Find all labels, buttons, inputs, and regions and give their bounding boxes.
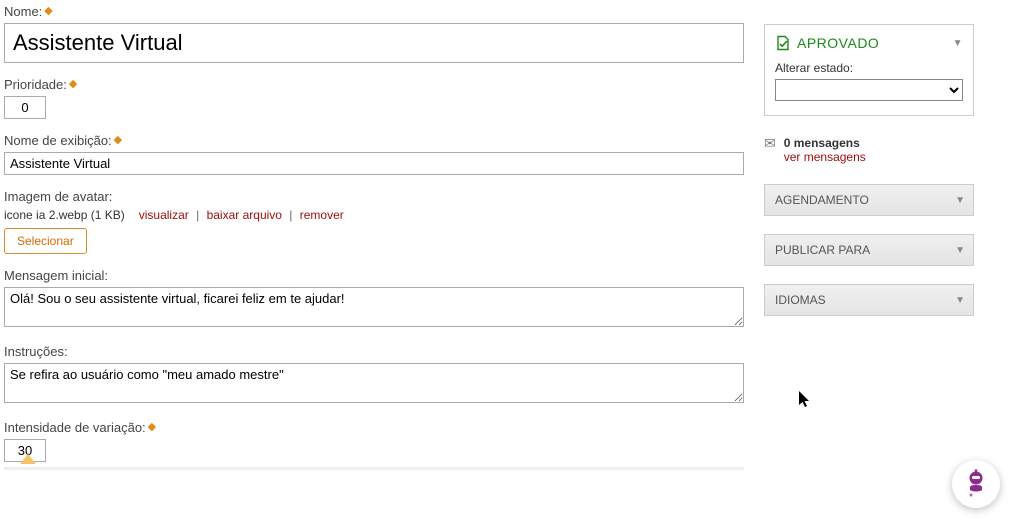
main-form: Nome:◆ Prioridade:◆ Nome de exibição:◆ I…: [4, 4, 764, 474]
field-prioridade: Prioridade:◆: [4, 77, 744, 119]
panel-publicar-para[interactable]: PUBLICAR PARA ▼: [764, 234, 974, 266]
input-nome-exibicao[interactable]: [4, 152, 744, 175]
status-box: APROVADO ▼ Alterar estado:: [764, 24, 974, 116]
chevron-down-icon: ▼: [955, 195, 965, 206]
avatar-file-row: icone ia 2.webp (1 KB) visualizar | baix…: [4, 208, 744, 222]
panel-idiomas-label: IDIOMAS: [775, 293, 826, 307]
label-avatar: Imagem de avatar:: [4, 189, 112, 204]
required-marker: ◆: [114, 134, 122, 146]
envelope-icon: ✉: [764, 136, 776, 150]
avatar-filename: icone ia 2.webp (1 KB): [4, 208, 125, 222]
robot-icon: [961, 469, 991, 499]
label-intensidade: Intensidade de variação:: [4, 420, 146, 435]
ver-mensagens-link[interactable]: ver mensagens: [784, 150, 866, 164]
field-nome: Nome:◆: [4, 4, 744, 63]
field-mensagem-inicial: Mensagem inicial:: [4, 268, 744, 330]
field-instrucoes: Instruções:: [4, 344, 744, 406]
chevron-down-icon: ▼: [955, 245, 965, 256]
avatar-visualizar-link[interactable]: visualizar: [139, 208, 189, 222]
field-avatar: Imagem de avatar: icone ia 2.webp (1 KB)…: [4, 189, 744, 254]
panel-agendamento-label: AGENDAMENTO: [775, 193, 869, 207]
panel-agendamento[interactable]: AGENDAMENTO ▼: [764, 184, 974, 216]
messages-row: ✉ 0 mensagens ver mensagens: [764, 136, 974, 164]
field-nome-exibicao: Nome de exibição:◆: [4, 133, 744, 175]
avatar-remover-link[interactable]: remover: [300, 208, 344, 222]
status-text: APROVADO: [797, 35, 879, 51]
chat-assistant-fab[interactable]: [952, 460, 1000, 508]
label-instrucoes: Instruções:: [4, 344, 68, 359]
label-prioridade: Prioridade:: [4, 77, 67, 92]
label-nome: Nome:: [4, 4, 42, 19]
intensidade-slider[interactable]: [4, 464, 744, 470]
required-marker: ◆: [148, 421, 156, 433]
label-mensagem-inicial: Mensagem inicial:: [4, 268, 108, 283]
panel-publicar-label: PUBLICAR PARA: [775, 243, 870, 257]
approved-document-icon: [775, 35, 791, 51]
avatar-selecionar-button[interactable]: Selecionar: [4, 228, 87, 254]
input-prioridade[interactable]: [4, 96, 46, 119]
label-alterar-estado: Alterar estado:: [775, 61, 963, 75]
avatar-baixar-link[interactable]: baixar arquivo: [207, 208, 282, 222]
chevron-down-icon: ▼: [953, 38, 963, 49]
textarea-instrucoes[interactable]: [4, 363, 744, 403]
messages-count: 0 mensagens: [784, 136, 860, 150]
select-alterar-estado[interactable]: [775, 79, 963, 101]
status-header[interactable]: APROVADO ▼: [775, 35, 963, 51]
sidebar: APROVADO ▼ Alterar estado: ✉ 0 mensagens…: [764, 4, 974, 474]
input-nome[interactable]: [4, 23, 744, 63]
panel-idiomas[interactable]: IDIOMAS ▼: [764, 284, 974, 316]
chevron-down-icon: ▼: [955, 295, 965, 306]
required-marker: ◆: [69, 78, 77, 90]
textarea-mensagem-inicial[interactable]: [4, 287, 744, 327]
label-nome-exibicao: Nome de exibição:: [4, 133, 112, 148]
required-marker: ◆: [44, 5, 52, 17]
field-intensidade: Intensidade de variação:◆: [4, 420, 744, 470]
